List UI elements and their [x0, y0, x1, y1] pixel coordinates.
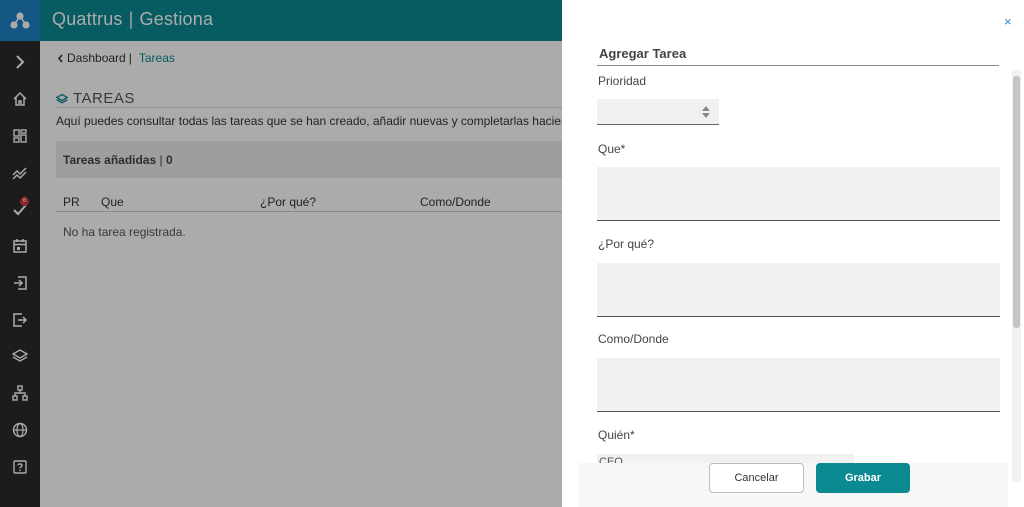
quien-label: Quién*	[598, 428, 635, 442]
add-task-panel: × Agregar Tarea Prioridad Que* ¿Por qué?…	[562, 0, 1024, 507]
como-label: Como/Donde	[598, 332, 669, 346]
close-icon[interactable]: ×	[1004, 15, 1012, 29]
como-textarea[interactable]	[597, 358, 1000, 412]
cancel-button[interactable]: Cancelar	[709, 463, 804, 493]
porque-textarea[interactable]	[597, 263, 1000, 317]
save-button[interactable]: Grabar	[816, 463, 910, 493]
number-spinner-icon[interactable]	[701, 104, 711, 120]
que-textarea[interactable]	[597, 167, 1000, 221]
porque-label: ¿Por qué?	[598, 237, 655, 251]
panel-scrollbar-thumb[interactable]	[1013, 76, 1020, 328]
prioridad-label: Prioridad	[598, 74, 647, 88]
panel-title-divider	[597, 65, 999, 66]
panel-title: Agregar Tarea	[599, 46, 687, 61]
que-label: Que*	[598, 142, 626, 156]
